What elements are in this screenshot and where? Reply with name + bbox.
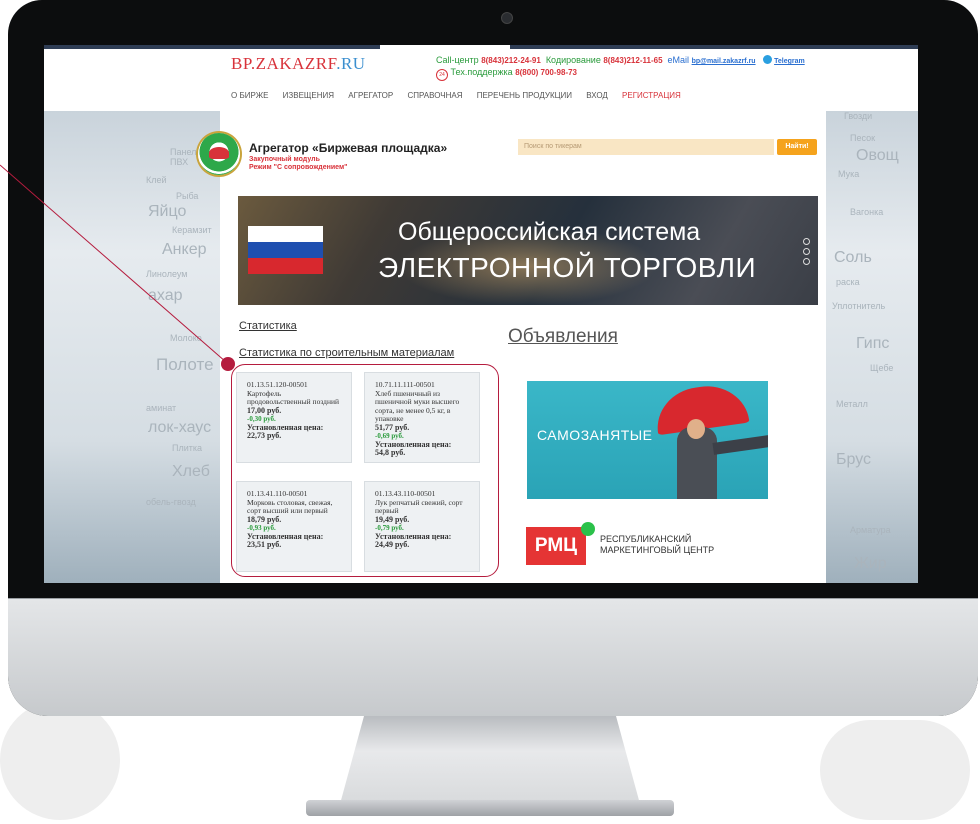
bg-word: Песок: [850, 133, 876, 143]
banner-line-2: ЭЛЕКТРОННОЙ ТОРГОВЛИ: [378, 252, 757, 283]
search-button[interactable]: Найти!: [777, 139, 817, 155]
bg-word: Щебе: [870, 363, 894, 373]
bg-word: Брус: [836, 451, 872, 468]
bg-word: аминат: [146, 403, 177, 413]
telegram-link[interactable]: Telegram: [774, 58, 805, 65]
bg-word: Панель: [170, 147, 202, 157]
bg-word: Рыба: [176, 191, 199, 201]
highlight-frame: [231, 364, 499, 577]
background-shape: [820, 720, 970, 820]
callcenter-phone[interactable]: 8(843)212-24-91: [481, 56, 541, 65]
rmc-logo[interactable]: РМЦ: [526, 527, 586, 565]
carousel-dots[interactable]: [803, 238, 810, 268]
bg-word: Гвозди: [844, 111, 873, 121]
main-nav: О БИРЖЕ ИЗВЕЩЕНИЯ АГРЕГАТОР СПРАВОЧНАЯ П…: [231, 91, 693, 100]
bg-word: Жир: [854, 555, 887, 572]
bg-word: ахар: [148, 287, 183, 304]
bg-word: Плитка: [172, 443, 203, 453]
russian-flag-icon: [248, 226, 323, 274]
nav-item-aggregator[interactable]: АГРЕГАТОР: [348, 91, 393, 100]
site-header: BP.ZAKAZRF.RU Call-центр 8(843)212-24-91…: [44, 49, 918, 111]
nav-item-login[interactable]: ВХОД: [586, 91, 608, 100]
bg-word: раска: [836, 277, 860, 287]
bg-word: Яйцо: [148, 203, 187, 220]
support-line: 24 Тех.поддержка 8(800) 700-98-73: [436, 67, 577, 81]
nav-item-about[interactable]: О БИРЖЕ: [231, 91, 268, 100]
bg-word: ПВХ: [170, 157, 189, 167]
rmc-ad-text[interactable]: РЕСПУБЛИКАНСКИЙ МАРКЕТИНГОВЫЙ ЦЕНТР: [600, 534, 714, 556]
bg-word: Клей: [146, 175, 167, 185]
contacts-line: Call-центр 8(843)212-24-91 Кодирование 8…: [436, 55, 805, 65]
nav-item-products[interactable]: ПЕРЕЧЕНЬ ПРОДУКЦИИ: [477, 91, 572, 100]
bg-word: Вагонка: [850, 207, 884, 217]
nav-item-register[interactable]: РЕГИСТРАЦИЯ: [622, 91, 681, 100]
aggregator-subtitle: Закупочный модуль Режим "С сопровождение…: [249, 156, 348, 171]
bg-word: Соль: [834, 249, 872, 266]
bg-word: Арматура: [850, 525, 891, 535]
bg-word: Гипс: [856, 335, 890, 352]
background-shape: [0, 700, 120, 820]
bg-word: Овощ: [856, 147, 899, 164]
monitor-stand: [340, 716, 640, 804]
bg-word: Керамзит: [172, 225, 212, 235]
bg-word: Молоко: [170, 333, 202, 343]
camera-icon: [501, 12, 513, 24]
coding-phone[interactable]: 8(843)212-11-65: [603, 56, 662, 65]
bg-word: Полоте: [156, 355, 214, 374]
monitor-foot: [306, 800, 674, 816]
nav-item-reference[interactable]: СПРАВОЧНАЯ: [407, 91, 462, 100]
bg-word: Мука: [838, 169, 860, 179]
monitor-chin: [8, 598, 978, 716]
self-employed-ad[interactable]: САМОЗАНЯТЫЕ: [527, 381, 768, 499]
aggregator-title: Агрегатор «Биржевая площадка»: [249, 141, 448, 155]
stats-building-link[interactable]: Статистика по строительным материалам: [239, 347, 454, 359]
bg-word: Анкер: [162, 241, 207, 258]
email-link[interactable]: bp@mail.zakazrf.ru: [692, 58, 756, 65]
highlight-dot: [221, 357, 235, 371]
announcements-heading[interactable]: Объявления: [508, 326, 618, 348]
site-logo[interactable]: BP.ZAKAZRF.RU: [231, 54, 366, 74]
bg-word: Уплотнитель: [832, 301, 886, 311]
bg-word: Металл: [836, 399, 868, 409]
telegram-icon: [763, 55, 773, 64]
bg-word: Линолеум: [146, 269, 188, 279]
support-icon: 24: [436, 69, 448, 81]
bg-word: Хлеб: [172, 463, 210, 480]
stats-link[interactable]: Статистика: [239, 320, 297, 332]
banner-line-1: Общероссийская система: [398, 218, 701, 246]
search-input[interactable]: Поиск по тикерам: [518, 139, 774, 155]
bg-word: лок-хаус: [148, 419, 212, 436]
nav-item-notices[interactable]: ИЗВЕЩЕНИЯ: [283, 91, 334, 100]
support-phone[interactable]: 8(800) 700-98-73: [515, 68, 577, 77]
hero-banner[interactable]: Общероссийская система ЭЛЕКТРОННОЙ ТОРГО…: [238, 196, 818, 305]
bg-word: обель-гвозд: [146, 497, 196, 507]
